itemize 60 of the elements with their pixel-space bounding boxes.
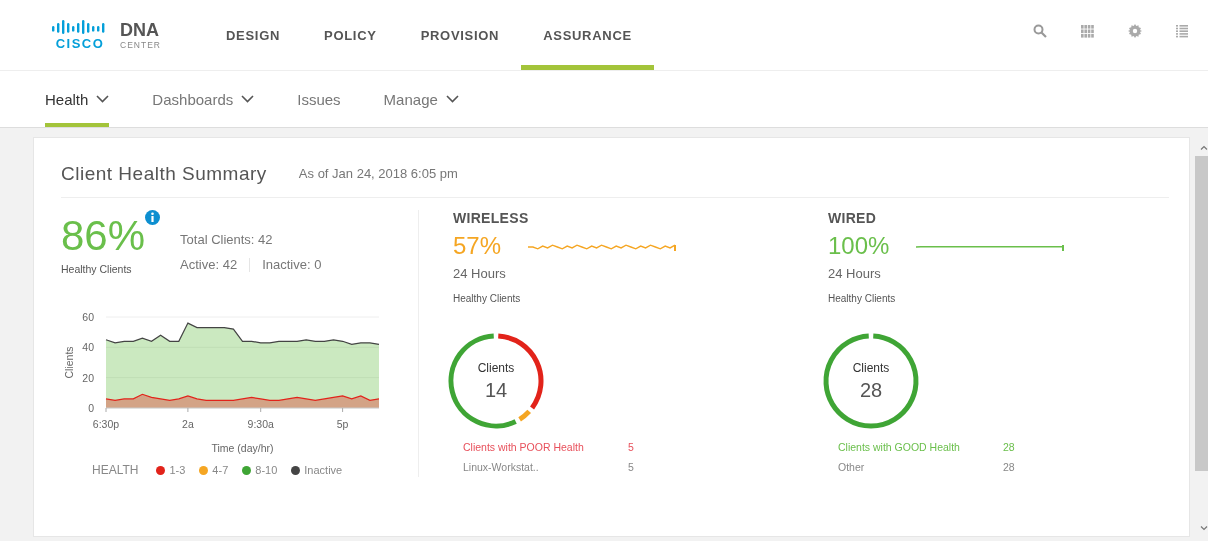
breakdown-value: 28	[1003, 461, 1015, 473]
donut-count: 28	[859, 378, 883, 402]
breakdown-label: Other	[838, 461, 866, 473]
inactive-clients: Inactive: 0	[262, 257, 322, 272]
section-caption: Healthy Clients	[453, 293, 522, 304]
x-axis-title: Time (day/hr)	[211, 442, 274, 454]
y-tick-label: 0	[88, 402, 94, 414]
section-title: WIRELESS	[453, 210, 530, 226]
breakdown-label: Clients with GOOD Health	[838, 441, 961, 453]
period-label: 24 Hours	[453, 266, 507, 281]
health-percent: 100%	[828, 232, 890, 260]
active-clients: Active: 42	[180, 257, 238, 272]
nav-tab[interactable]: POLICY	[302, 0, 399, 70]
donut-label: Clients	[477, 360, 515, 375]
total-clients: Total Clients: 42	[180, 232, 274, 247]
breakdown-value: 5	[628, 461, 634, 473]
settings-icon[interactable]	[1128, 24, 1142, 38]
logo-brand: CISCO	[55, 37, 105, 50]
health-percent: 57%	[453, 232, 502, 260]
legend-label: 8-10	[255, 464, 278, 476]
x-tick-label: 9:30a	[247, 418, 274, 430]
breakdown-value: 28	[1003, 441, 1015, 453]
x-tick-label: 5p	[336, 418, 349, 430]
list-icon[interactable]	[1176, 24, 1188, 38]
nav-tab[interactable]: PROVISION	[398, 0, 522, 70]
timestamp: As of Jan 24, 2018 6:05 pm	[298, 166, 458, 181]
scrollbar-thumb[interactable]	[1195, 156, 1208, 471]
info-icon[interactable]	[145, 210, 161, 225]
y-axis-title: Clients	[63, 346, 75, 379]
breakdown-label: Linux-Workstat..	[463, 461, 540, 473]
section-caption: Healthy Clients	[828, 293, 897, 304]
legend-label: 1-3	[169, 464, 186, 476]
overall-caption: Healthy Clients	[61, 263, 133, 275]
scroll-down-icon[interactable]	[1200, 526, 1208, 531]
period-label: 24 Hours	[828, 266, 882, 281]
search-icon[interactable]	[1033, 24, 1047, 38]
donut-label: Clients	[852, 360, 890, 375]
subnav-tab[interactable]: Dashboards	[152, 71, 255, 127]
y-tick-label: 60	[82, 311, 94, 323]
section-title: WIRED	[828, 210, 878, 226]
y-tick-label: 20	[82, 371, 94, 384]
nav-tab[interactable]: DESIGN	[204, 0, 303, 70]
donut-count: 14	[484, 378, 508, 402]
scroll-up-icon[interactable]	[1200, 145, 1208, 150]
legend-title: HEALTH	[92, 463, 139, 477]
x-tick-label: 2a	[182, 418, 194, 430]
logo-subtitle: CENTER	[120, 40, 161, 50]
y-tick-label: 40	[82, 341, 94, 354]
app-grid-icon[interactable]	[1081, 24, 1094, 38]
card-title: Client Health Summary	[61, 162, 267, 185]
legend-label: Inactive	[304, 464, 343, 476]
legend-label: 4-7	[212, 464, 229, 476]
overall-percent: 86%	[61, 215, 146, 257]
breakdown-value: 5	[628, 441, 634, 453]
breakdown-label: Clients with POOR Health	[463, 441, 585, 453]
subnav-tab[interactable]: Manage	[383, 71, 459, 127]
logo-product: DNA	[120, 20, 160, 39]
subnav-tab[interactable]: Issues	[297, 71, 341, 127]
subnav-tab[interactable]: Health	[45, 71, 110, 127]
x-tick-label: 6:30p	[92, 418, 120, 430]
